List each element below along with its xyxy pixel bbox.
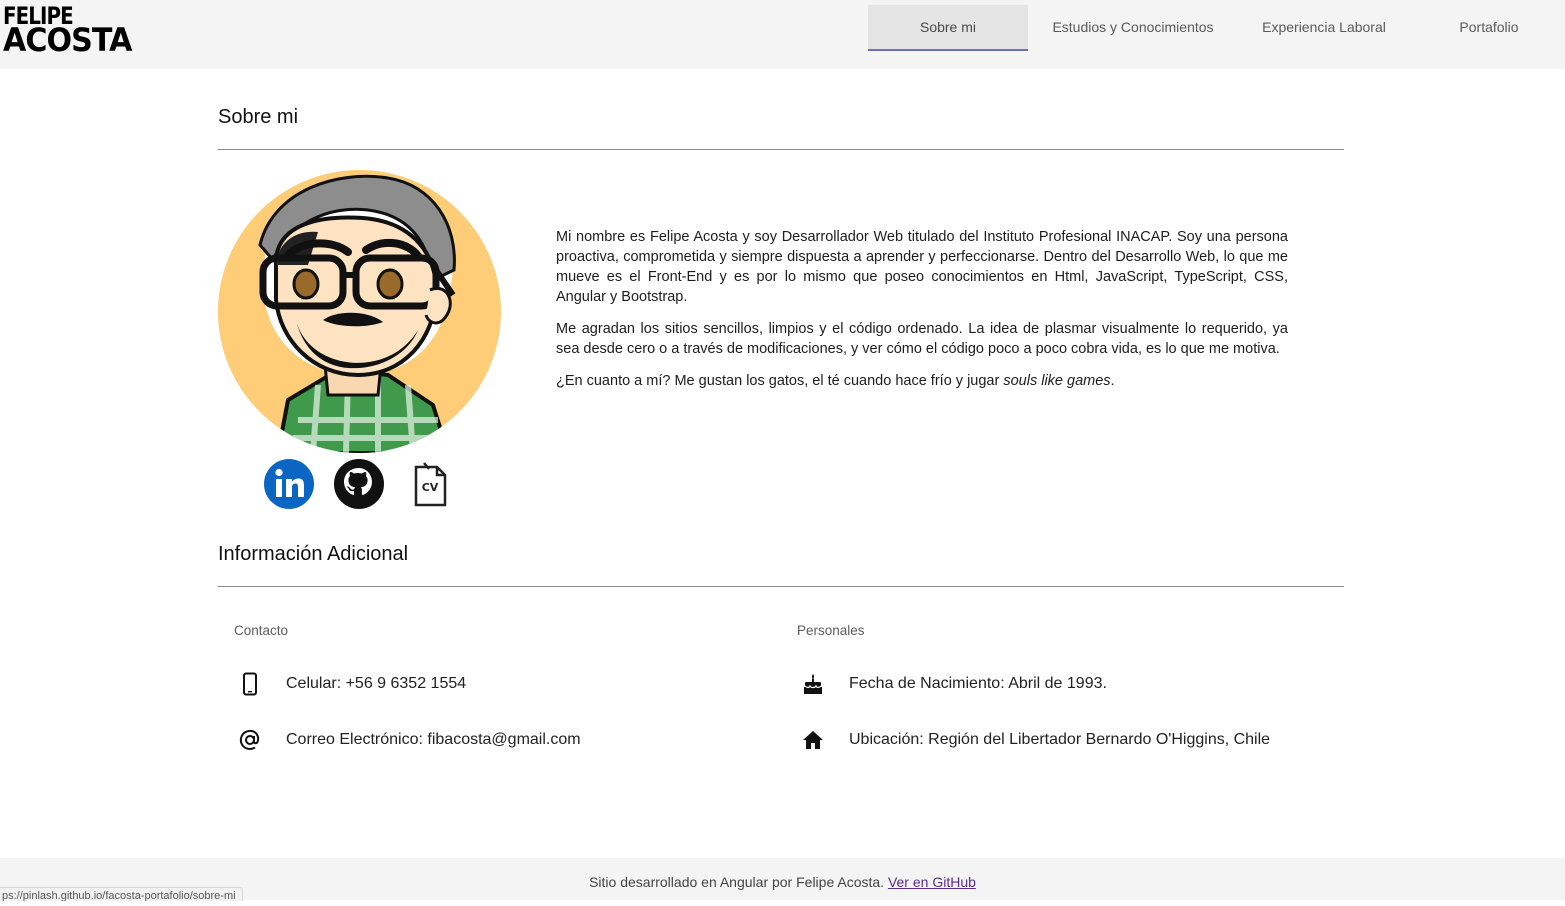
contact-heading: Contacto (234, 623, 289, 638)
additional-title: Información Adicional (218, 543, 409, 565)
status-bar-url: ps://pinlash.github.io/facosta-portafoli… (0, 887, 243, 901)
personal-location-text: Ubicación: Región del Libertador Bernard… (849, 731, 1271, 748)
about-paragraph-2: Me agradan los sitios sencillos, limpios… (556, 321, 1288, 357)
about-title: Sobre mi (218, 106, 299, 128)
cv-label: CV (422, 481, 439, 494)
linkedin-button[interactable] (263, 458, 315, 510)
top-header: FELIPE ACOSTA Sobre mi Estudios y Conoci… (0, 0, 1565, 69)
profile-avatar (218, 170, 501, 453)
personal-birth-row: Fecha de Nacimiento: Abril de 1993. (801, 668, 1107, 700)
home-icon (801, 728, 825, 752)
tab-estudios[interactable]: Estudios y Conocimientos (1028, 5, 1238, 51)
tab-portafolio[interactable]: Portafolio (1410, 5, 1565, 51)
about-paragraph-1: Mi nombre es Felipe Acosta y soy Desarro… (556, 229, 1288, 305)
cv-button[interactable]: CV (403, 458, 455, 510)
cake-icon (801, 672, 825, 696)
main-nav: Sobre mi Estudios y Conocimientos Experi… (868, 5, 1565, 53)
contact-phone-text: Celular: +56 9 6352 1554 (286, 675, 467, 692)
personal-location-row: Ubicación: Región del Libertador Bernard… (801, 724, 1270, 756)
cv-icon: CV (414, 462, 447, 507)
contact-phone-row: Celular: +56 9 6352 1554 (238, 668, 466, 700)
github-icon (334, 459, 384, 509)
about-text: Mi nombre es Felipe Acosta y soy Desarro… (556, 227, 1288, 403)
phone-icon (238, 672, 262, 696)
personal-birth-text: Fecha de Nacimiento: Abril de 1993. (849, 675, 1107, 692)
tab-experiencia[interactable]: Experiencia Laboral (1238, 5, 1410, 51)
personal-heading: Personales (797, 623, 865, 638)
contact-email-row: Correo Electrónico: fibacosta@gmail.com (238, 724, 581, 756)
about-divider (218, 149, 1344, 150)
github-button[interactable] (333, 458, 385, 510)
contact-email-text: Correo Electrónico: fibacosta@gmail.com (286, 731, 581, 748)
footer-github-link[interactable]: Ver en GitHub (888, 874, 976, 890)
about-paragraph-3-suffix: . (1110, 373, 1115, 389)
about-paragraph-3: ¿En cuanto a mí? Me gustan los gatos, el… (556, 371, 1288, 391)
site-logo[interactable]: FELIPE ACOSTA (3, 4, 168, 56)
about-paragraph-3-emphasis: souls like games (1003, 373, 1111, 389)
tab-sobre-mi[interactable]: Sobre mi (868, 5, 1028, 51)
at-icon (238, 728, 262, 752)
linkedin-icon (264, 459, 314, 509)
logo-line-2: ACOSTA (3, 21, 132, 59)
about-paragraph-3-prefix: ¿En cuanto a mí? Me gustan los gatos, el… (556, 373, 1004, 389)
additional-divider (218, 586, 1344, 587)
footer-text: Sitio desarrollado en Angular por Felipe… (589, 874, 888, 890)
